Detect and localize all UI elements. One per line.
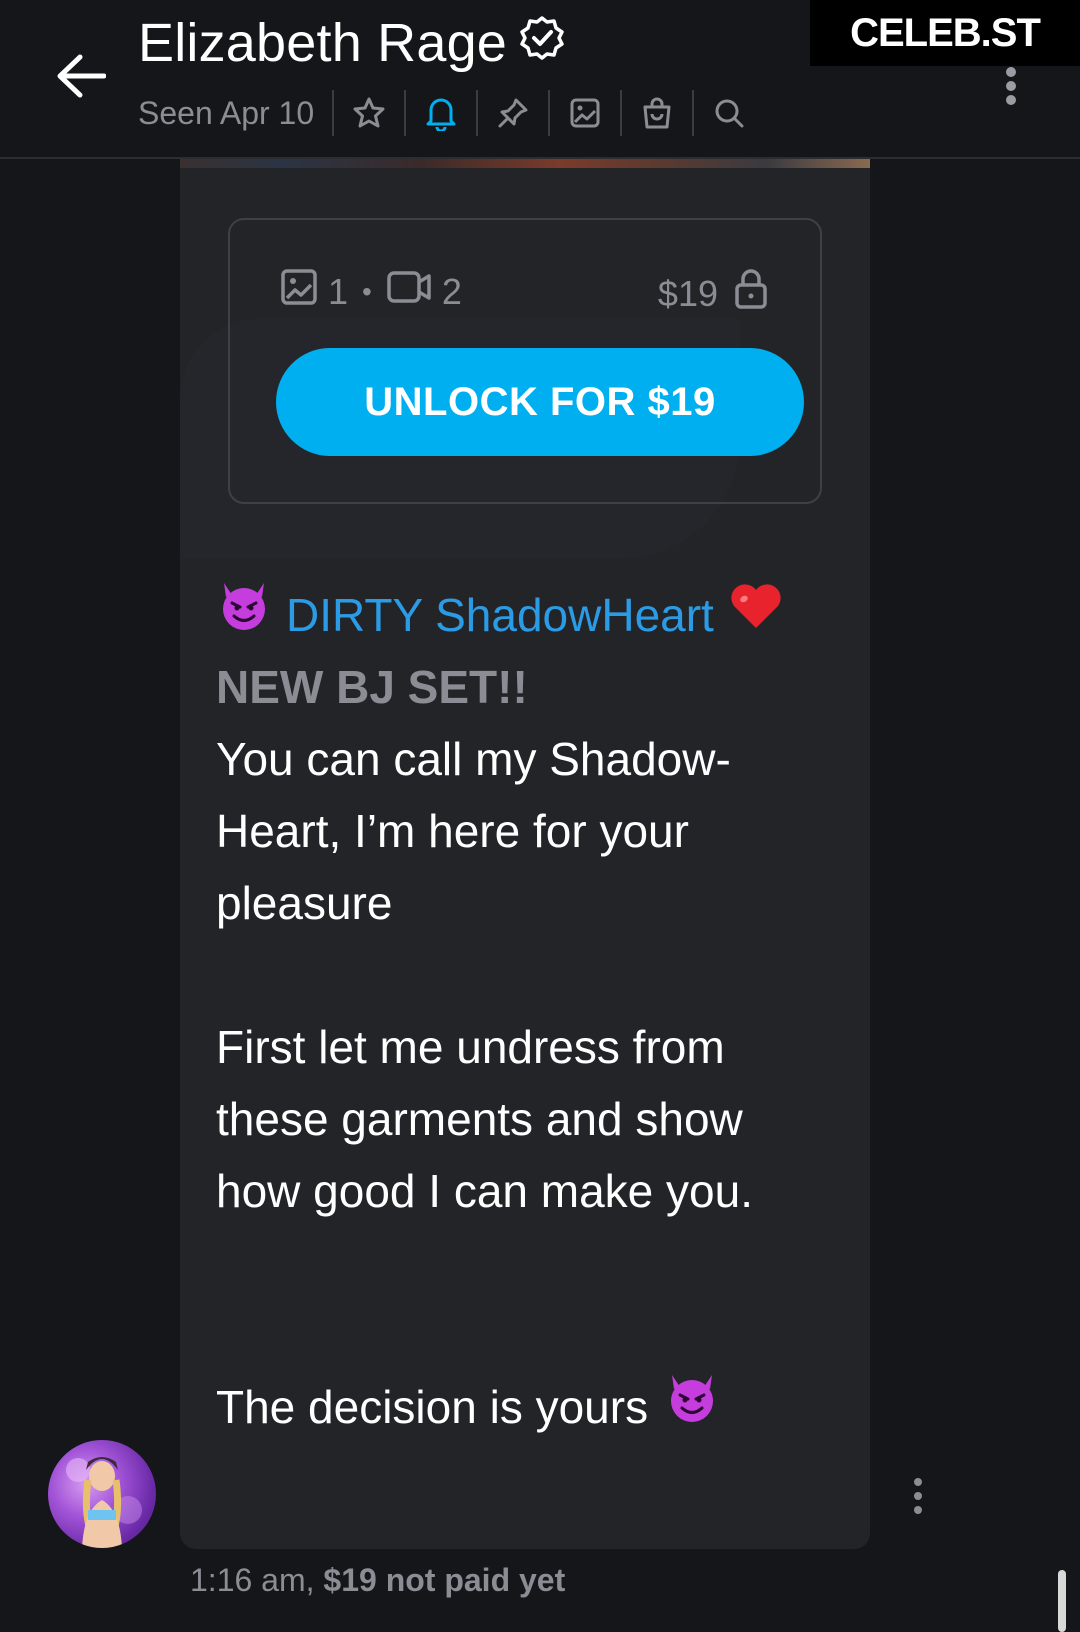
lock-icon bbox=[734, 268, 768, 319]
message-closing-row: The decision is yours bbox=[216, 1371, 836, 1443]
search-icon[interactable] bbox=[694, 88, 764, 138]
avatar[interactable] bbox=[48, 1440, 156, 1548]
price: $19 bbox=[658, 268, 768, 319]
chat-title[interactable]: Elizabeth Rage bbox=[138, 12, 565, 74]
locked-media-box: 1 • 2 $19 UNLOCK FOR $19 bbox=[228, 218, 822, 504]
unlock-button[interactable]: UNLOCK FOR $19 bbox=[276, 348, 804, 456]
separator-dot: • bbox=[362, 275, 372, 307]
message-paragraph: You can call my Shadow-Heart, I’m here f… bbox=[216, 733, 731, 929]
video-icon bbox=[386, 269, 432, 314]
image-icon bbox=[280, 268, 318, 315]
media-preview-strip bbox=[180, 159, 870, 168]
scrollbar[interactable] bbox=[1058, 1570, 1066, 1632]
message-headline: DIRTY ShadowHeart bbox=[286, 589, 714, 641]
star-icon[interactable] bbox=[334, 88, 404, 138]
back-arrow-icon[interactable] bbox=[50, 48, 112, 104]
message-headline-row: DIRTY ShadowHeart bbox=[216, 579, 836, 651]
message-text: DIRTY ShadowHeart NEW BJ SET!! You can c… bbox=[216, 579, 836, 1443]
devil-emoji-icon bbox=[216, 579, 272, 651]
pin-icon[interactable] bbox=[478, 88, 548, 138]
message-subheadline: NEW BJ SET!! bbox=[216, 661, 528, 713]
message-meta: 1:16 am, $19 not paid yet bbox=[190, 1562, 565, 1599]
price-label: $19 bbox=[657, 272, 718, 314]
message-paragraph: First let me undress from these garments… bbox=[216, 1021, 753, 1217]
message-more-icon[interactable] bbox=[908, 1476, 928, 1516]
bell-icon[interactable] bbox=[406, 88, 476, 138]
image-count: 1 bbox=[328, 270, 349, 312]
verified-icon bbox=[519, 12, 565, 74]
header-toolbar: Seen Apr 10 bbox=[138, 88, 764, 138]
devil-emoji-icon bbox=[664, 1371, 720, 1443]
message-bubble: 1 • 2 $19 UNLOCK FOR $19 DIRTY ShadowHea… bbox=[180, 159, 870, 1549]
heart-emoji-icon bbox=[728, 579, 784, 651]
message-time: 1:16 am, bbox=[190, 1562, 315, 1598]
bag-icon[interactable] bbox=[622, 88, 692, 138]
message-closing: The decision is yours bbox=[216, 1381, 649, 1433]
video-count: 2 bbox=[441, 270, 462, 312]
media-counts: 1 • 2 bbox=[280, 268, 462, 315]
watermark-logo: CELEB.ST bbox=[810, 0, 1080, 66]
payment-status: $19 not paid yet bbox=[323, 1562, 566, 1598]
last-seen: Seen Apr 10 bbox=[138, 94, 315, 131]
creator-name: Elizabeth Rage bbox=[138, 13, 508, 73]
more-options-icon[interactable] bbox=[998, 66, 1024, 106]
image-icon[interactable] bbox=[550, 88, 620, 138]
